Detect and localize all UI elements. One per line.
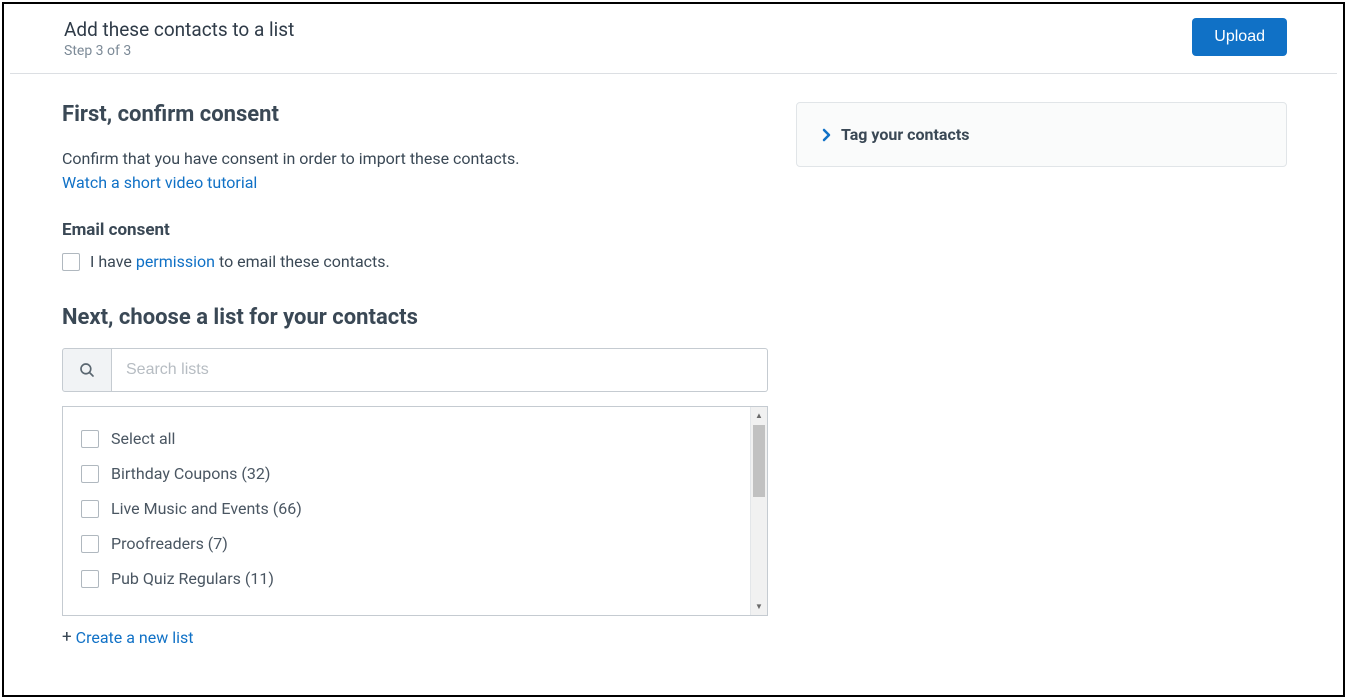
list-item[interactable]: Live Music and Events (66) (81, 491, 734, 526)
search-icon (62, 348, 112, 392)
create-new-list-link[interactable]: Create a new list (76, 628, 194, 647)
list-checkbox[interactable] (81, 465, 99, 483)
email-consent-heading: Email consent (62, 220, 768, 240)
upload-button[interactable]: Upload (1192, 18, 1287, 56)
chevron-right-icon (821, 128, 831, 142)
list-item[interactable]: Proofreaders (7) (81, 526, 734, 561)
step-indicator: Step 3 of 3 (64, 43, 294, 59)
list-item-label: Birthday Coupons (32) (111, 464, 270, 483)
list-item[interactable]: Birthday Coupons (32) (81, 456, 734, 491)
list-item-label: Select all (111, 429, 175, 448)
list-item-label: Live Music and Events (66) (111, 499, 302, 518)
list-checkbox[interactable] (81, 535, 99, 553)
consent-heading: First, confirm consent (62, 102, 768, 127)
list-checkbox[interactable] (81, 570, 99, 588)
email-consent-checkbox[interactable] (62, 253, 80, 271)
list-item[interactable]: Select all (81, 421, 734, 456)
search-lists-input[interactable] (112, 348, 768, 392)
list-checkbox[interactable] (81, 430, 99, 448)
plus-icon: + (62, 629, 72, 646)
video-tutorial-link[interactable]: Watch a short video tutorial (62, 173, 257, 192)
permission-link[interactable]: permission (136, 252, 215, 271)
scroll-up-icon[interactable]: ▲ (751, 407, 767, 424)
scroll-down-icon[interactable]: ▼ (751, 598, 767, 615)
lists-container: Select all Birthday Coupons (32) Live Mu… (62, 406, 768, 616)
list-checkbox[interactable] (81, 500, 99, 518)
email-consent-label: I have permission to email these contact… (90, 252, 390, 271)
tag-contacts-panel[interactable]: Tag your contacts (796, 102, 1287, 167)
list-item[interactable]: Pub Quiz Regulars (11) (81, 561, 734, 596)
list-item-label: Proofreaders (7) (111, 534, 228, 553)
tag-contacts-title: Tag your contacts (841, 125, 969, 144)
page-title: Add these contacts to a list (64, 18, 294, 41)
consent-description: Confirm that you have consent in order t… (62, 147, 768, 171)
list-item-label: Pub Quiz Regulars (11) (111, 569, 274, 588)
scrollbar[interactable]: ▲ ▼ (750, 407, 767, 615)
scroll-thumb[interactable] (753, 425, 765, 497)
choose-list-heading: Next, choose a list for your contacts (62, 305, 768, 330)
